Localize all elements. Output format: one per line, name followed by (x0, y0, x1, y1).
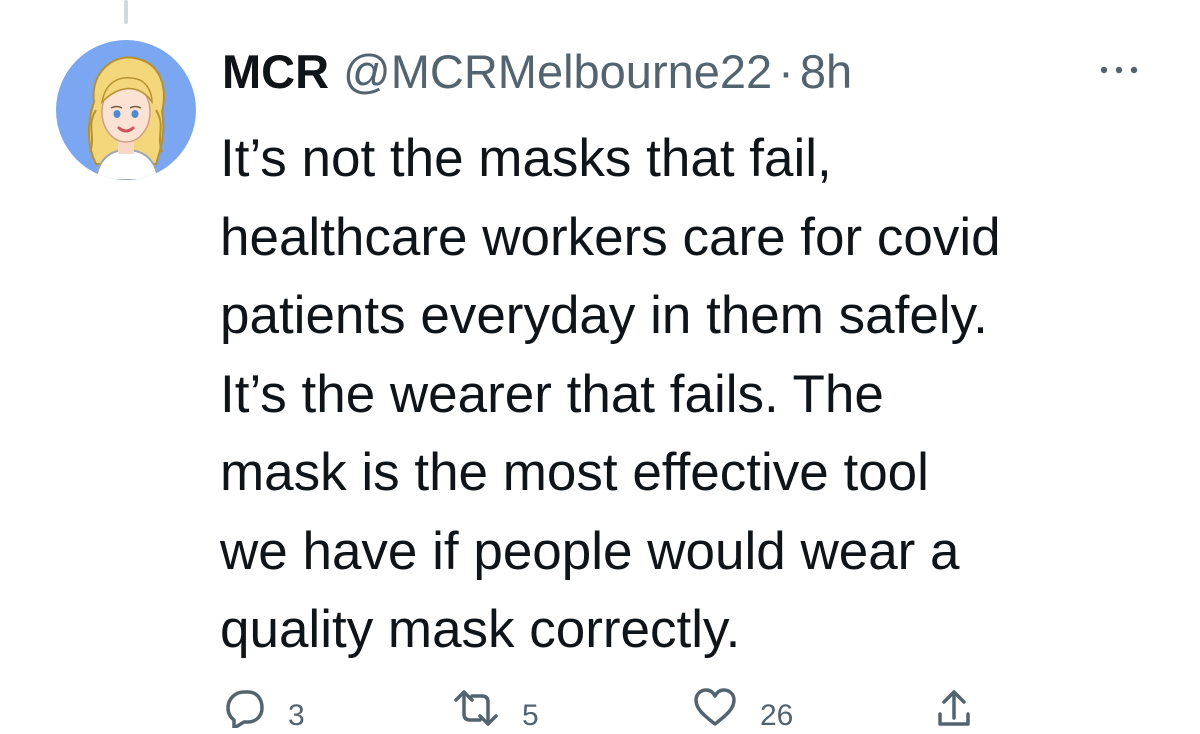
like-count: 26 (760, 699, 794, 732)
tweet-timestamp[interactable]: 8h (800, 42, 852, 102)
tweet-header: MCR @MCRMelbourne22 · 8h (222, 42, 852, 102)
header-separator: · (778, 45, 794, 98)
retweet-icon (454, 690, 498, 726)
retweet-button[interactable]: 5 (452, 688, 539, 734)
author-display-name[interactable]: MCR (222, 42, 329, 102)
retweet-count: 5 (522, 699, 539, 732)
tweet-action-bar: 3 5 26 (0, 688, 1200, 732)
thread-connector-line (124, 0, 128, 24)
tweet-body-text: It’s not the masks that fail, healthcare… (220, 129, 1001, 659)
reply-icon (226, 690, 264, 728)
author-handle[interactable]: @MCRMelbourne22 (343, 42, 772, 102)
bitmoji-avatar-icon (87, 56, 165, 180)
share-icon (938, 690, 970, 726)
more-options-icon[interactable] (1096, 60, 1142, 80)
heart-icon (694, 688, 736, 726)
share-button[interactable] (934, 688, 974, 728)
reply-count: 3 (288, 699, 305, 732)
like-button[interactable]: 26 (692, 688, 793, 734)
reply-button[interactable]: 3 (222, 688, 305, 734)
avatar[interactable] (56, 40, 196, 180)
